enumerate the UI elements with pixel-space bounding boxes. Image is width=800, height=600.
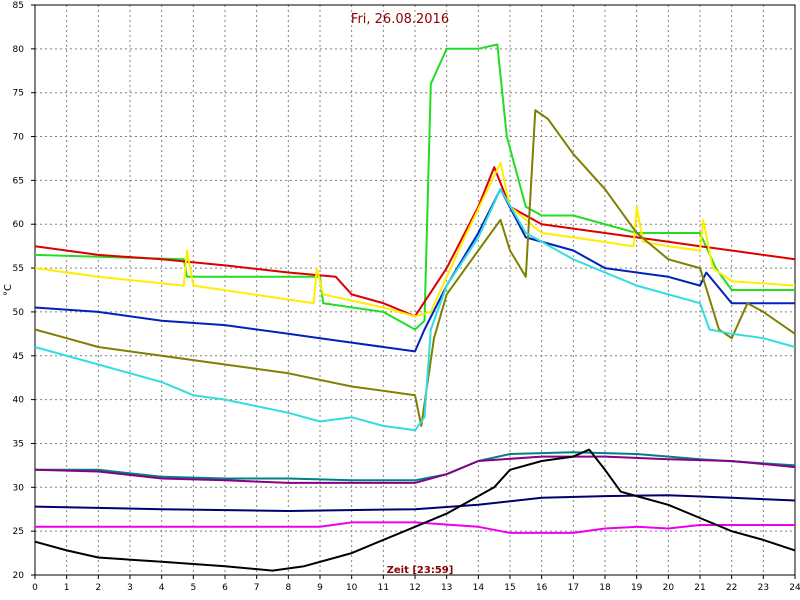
y-tick-label: 85 bbox=[13, 1, 24, 11]
x-tick-label: 17 bbox=[568, 583, 579, 593]
x-tick-label: 19 bbox=[631, 583, 643, 593]
x-tick-label: 2 bbox=[95, 583, 101, 593]
x-tick-label: 16 bbox=[536, 583, 548, 593]
x-tick-label: 9 bbox=[317, 583, 323, 593]
y-tick-label: 70 bbox=[13, 133, 25, 143]
y-tick-label: 30 bbox=[13, 483, 25, 493]
x-tick-label: 18 bbox=[599, 583, 611, 593]
y-tick-label: 65 bbox=[13, 176, 24, 186]
y-tick-label: 80 bbox=[13, 45, 25, 55]
x-tick-label: 20 bbox=[663, 583, 675, 593]
chart-title: Fri, 26.08.2016 bbox=[351, 12, 449, 27]
x-tick-label: 10 bbox=[346, 583, 358, 593]
x-tick-label: 15 bbox=[504, 583, 515, 593]
y-tick-label: 25 bbox=[13, 527, 24, 537]
x-tick-label: 23 bbox=[758, 583, 769, 593]
x-tick-label: 7 bbox=[254, 583, 260, 593]
y-tick-label: 60 bbox=[13, 220, 25, 230]
x-tick-label: 6 bbox=[222, 583, 228, 593]
x-tick-label: 5 bbox=[190, 583, 196, 593]
y-tick-label: 50 bbox=[13, 308, 25, 318]
x-tick-label: 22 bbox=[726, 583, 737, 593]
x-tick-label: 11 bbox=[378, 583, 389, 593]
y-tick-label: 45 bbox=[13, 352, 24, 362]
chart-root: 0 1 2 3 4 5 6 7 8 9 10 11 12 13 14 15 16 17 18 19 20 21 22 23 24… bbox=[0, 0, 800, 600]
x-tick-label: 14 bbox=[473, 583, 485, 593]
x-tick-label: 13 bbox=[441, 583, 452, 593]
y-tick-label: 20 bbox=[13, 571, 25, 581]
x-tick-label: 1 bbox=[64, 583, 70, 593]
x-tick-label: 21 bbox=[694, 583, 705, 593]
x-axis-label: Zeit [23:59] bbox=[387, 565, 454, 576]
x-tick-label: 3 bbox=[127, 583, 133, 593]
line-chart: 0 1 2 3 4 5 6 7 8 9 10 11 12 13 14 15 16 17 18 19 20 21 22 23 24… bbox=[0, 0, 800, 600]
x-tick-label: 0 bbox=[32, 583, 38, 593]
y-tick-label: 35 bbox=[13, 439, 24, 449]
x-tick-label: 24 bbox=[789, 583, 800, 593]
x-tick-label: 12 bbox=[409, 583, 420, 593]
y-tick-label: 75 bbox=[13, 89, 24, 99]
y-axis-label: °C bbox=[3, 284, 14, 296]
x-tick-label: 4 bbox=[159, 583, 165, 593]
x-tick-label: 8 bbox=[285, 583, 291, 593]
y-tick-label: 55 bbox=[13, 264, 24, 274]
y-tick-label: 40 bbox=[13, 396, 25, 406]
